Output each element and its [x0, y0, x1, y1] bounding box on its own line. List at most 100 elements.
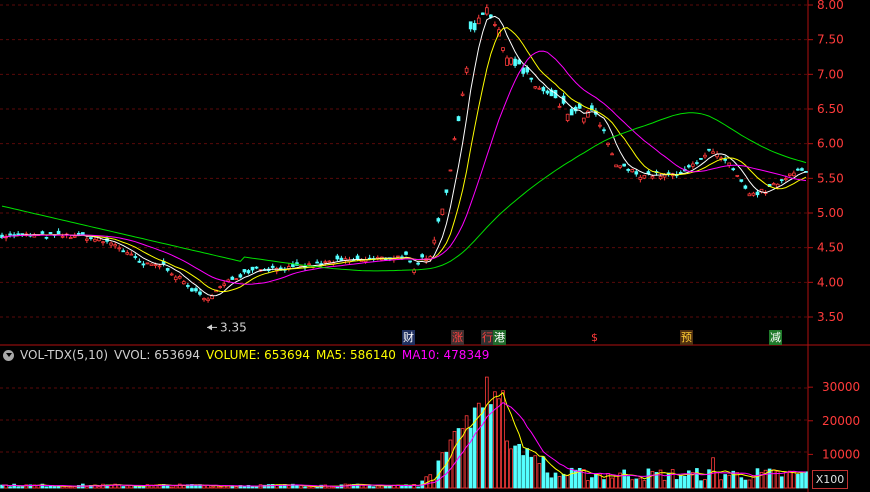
candle-body: [505, 57, 509, 66]
volume-bar: [12, 483, 16, 489]
candle-body: [291, 264, 295, 268]
candle-body: [707, 148, 711, 151]
event-marker[interactable]: 预: [680, 330, 693, 345]
volume-unit-label[interactable]: X100: [812, 470, 848, 489]
volume-bar: [533, 455, 538, 489]
volume-bar: [638, 477, 643, 489]
candle-body: [190, 288, 194, 292]
candle-body: [678, 171, 683, 174]
candle-body: [436, 218, 441, 222]
volume-bar: [44, 486, 49, 489]
candle-body: [569, 108, 574, 116]
volume-bar: [287, 485, 291, 489]
event-marker[interactable]: 涨: [451, 330, 464, 345]
candle-body: [602, 129, 606, 132]
volume-bar: [779, 476, 784, 489]
candle-body: [408, 260, 412, 263]
candle-body: [464, 67, 469, 73]
candle-body: [460, 93, 465, 96]
price-tick-label: 8.00: [817, 0, 844, 12]
volume-bar: [509, 448, 513, 489]
candle-body: [125, 252, 130, 255]
candle-body: [468, 21, 473, 30]
collapse-toggle-icon[interactable]: [3, 349, 14, 361]
volume-bar: [646, 468, 651, 489]
candle-body: [254, 266, 259, 269]
candle-body: [703, 154, 707, 158]
candle-body: [186, 285, 190, 287]
candle-body: [452, 138, 457, 141]
candle-body: [234, 278, 239, 281]
event-marker[interactable]: 港: [493, 330, 506, 345]
volume-bar: [727, 474, 732, 489]
candle-body: [476, 17, 481, 25]
candle-body: [113, 244, 117, 247]
candle-body: [48, 232, 53, 234]
candle-body: [695, 162, 699, 164]
volume-bar: [16, 486, 20, 489]
event-marker[interactable]: $: [590, 330, 599, 345]
volume-bar: [549, 477, 554, 489]
volume-bar: [707, 469, 711, 489]
candle-body: [396, 255, 400, 258]
candle-body: [323, 261, 328, 264]
candle-body: [541, 87, 546, 92]
candle-body: [129, 253, 134, 256]
candle-body: [238, 274, 243, 278]
volume-bar: [210, 486, 214, 489]
volume-bar: [68, 486, 73, 489]
candle-body: [432, 239, 437, 244]
candle-body: [72, 235, 77, 238]
volume-bar: [177, 483, 182, 489]
volume-bar: [234, 486, 239, 489]
volume-bar: [299, 485, 303, 489]
volume-bar: [678, 474, 683, 489]
candle-body: [557, 105, 562, 108]
candle-body: [630, 169, 635, 173]
candle-body: [448, 169, 453, 172]
candle-body: [638, 176, 643, 180]
candle-body: [137, 260, 142, 263]
volume-bar: [444, 451, 449, 489]
volume-bar: [8, 486, 12, 489]
volume-bar: [739, 477, 744, 489]
volume-bar: [121, 486, 126, 489]
volume-bar: [480, 407, 485, 489]
volume-bar: [529, 456, 534, 489]
volume-bar: [792, 471, 796, 489]
indicator-name[interactable]: VOL-TDX(5,10): [20, 348, 108, 362]
volume-bar: [254, 486, 259, 489]
low-marker-label: 3.35: [220, 320, 247, 334]
volume-tick-label: 20000: [822, 414, 860, 428]
candle-body: [598, 124, 602, 127]
volume-bar: [363, 484, 368, 489]
candle-body: [149, 263, 154, 266]
volume-bar: [371, 486, 376, 489]
candle-body: [40, 231, 45, 234]
candle-body: [545, 90, 550, 94]
candle-body: [250, 266, 255, 271]
vvol-value: VVOL: 653694: [114, 348, 201, 362]
candle-body: [76, 232, 81, 235]
volume-bar: [634, 478, 639, 489]
event-marker[interactable]: 减: [769, 330, 782, 345]
volume-bar: [545, 472, 550, 489]
event-marker[interactable]: 财: [402, 330, 415, 345]
volume-bar: [642, 480, 647, 489]
candle-body: [727, 162, 732, 166]
candle-body: [687, 165, 691, 168]
candle-body: [606, 142, 610, 145]
volume-bar: [537, 463, 542, 489]
candle-body: [735, 174, 740, 177]
volume-bar: [703, 479, 707, 489]
volume-bar: [626, 476, 631, 489]
candle-body: [133, 256, 138, 258]
candle-body: [416, 262, 420, 265]
candle-body: [246, 270, 251, 274]
volume-bar: [796, 474, 800, 489]
candle-body: [153, 264, 158, 266]
candle-body: [222, 283, 227, 286]
candle-body: [270, 265, 275, 268]
stock-chart[interactable]: 8.00 7.50 7.00 6.50 6.00 5.50 5.00 4.50 4.00 3.50…: [0, 0, 870, 492]
candle-body: [529, 77, 534, 80]
